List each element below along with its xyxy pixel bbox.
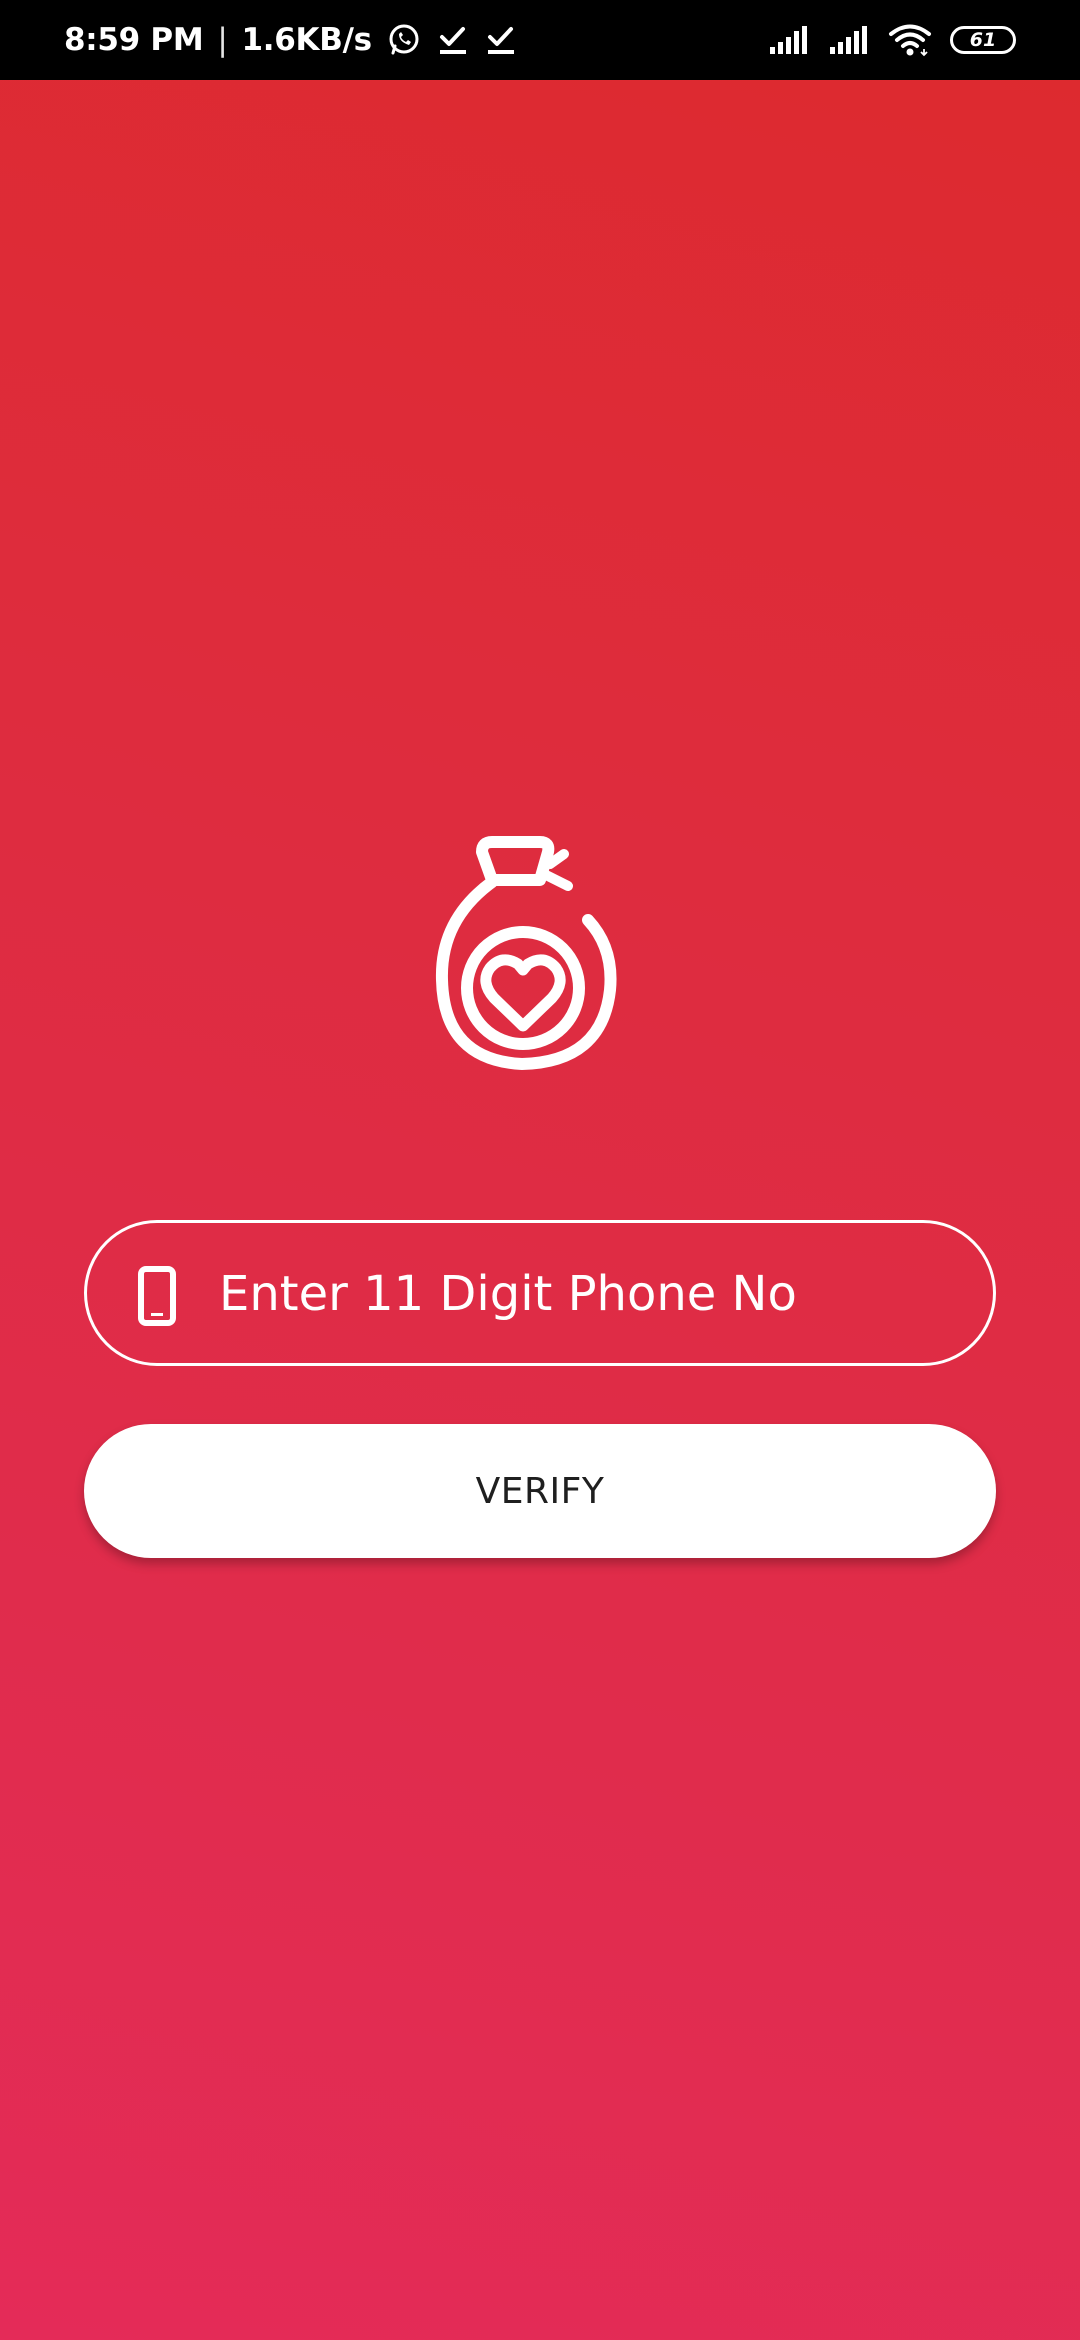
status-separator: | bbox=[217, 22, 228, 58]
download-done-icon bbox=[484, 23, 518, 57]
network-speed: 1.6KB/s bbox=[241, 22, 373, 58]
battery-level: 61 bbox=[969, 28, 997, 51]
smartphone-icon bbox=[138, 1266, 176, 1326]
phone-number-input[interactable] bbox=[219, 1253, 959, 1335]
status-time: 8:59 PM bbox=[64, 22, 204, 58]
download-done-icon bbox=[436, 23, 470, 57]
status-right: 61 bbox=[768, 23, 1016, 57]
verify-button[interactable]: VERIFY bbox=[84, 1424, 996, 1558]
status-left: 8:59 PM | 1.6KB/s bbox=[64, 22, 518, 58]
money-bag-heart-icon bbox=[435, 836, 617, 1071]
login-screen: VERIFY bbox=[0, 80, 1080, 2340]
phone-number-field[interactable] bbox=[84, 1220, 996, 1366]
battery-icon: 61 bbox=[950, 26, 1016, 54]
whatsapp-icon bbox=[386, 22, 422, 58]
status-bar: 8:59 PM | 1.6KB/s 61 bbox=[0, 0, 1080, 80]
signal-icon bbox=[828, 25, 870, 55]
wifi-icon bbox=[888, 23, 932, 57]
signal-icon bbox=[768, 25, 810, 55]
